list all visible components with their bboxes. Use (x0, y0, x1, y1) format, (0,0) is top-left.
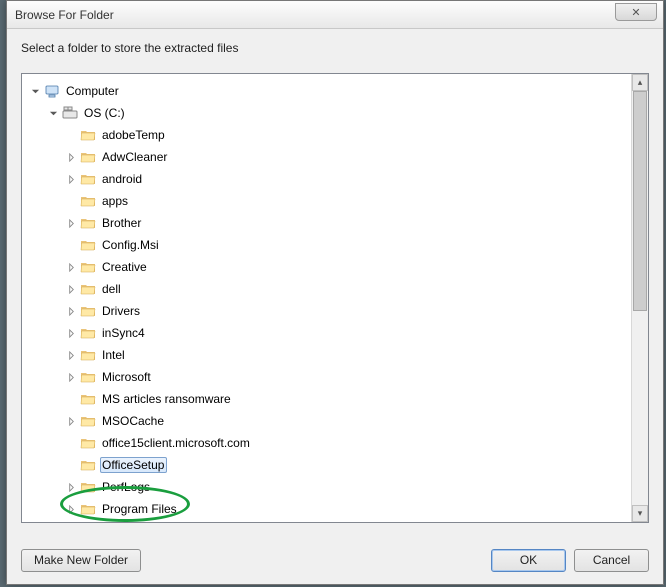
expand-icon[interactable] (64, 216, 78, 230)
expand-icon[interactable] (64, 370, 78, 384)
scroll-thumb[interactable] (633, 91, 647, 311)
folder-icon (80, 127, 96, 143)
expand-icon[interactable] (64, 480, 78, 494)
browse-folder-dialog: Browse For Folder ✕ Select a folder to s… (6, 0, 664, 585)
tree-item-perflogs[interactable]: PerfLogs (28, 476, 648, 498)
tree-item-insync4[interactable]: inSync4 (28, 322, 648, 344)
drive-icon (62, 105, 78, 121)
tree-item-label: android (100, 171, 145, 187)
tree-item-label: AdwCleaner (100, 149, 170, 165)
tree-item-label: Microsoft (100, 369, 154, 385)
tree-item-intel[interactable]: Intel (28, 344, 648, 366)
tree-item-brother[interactable]: Brother (28, 212, 648, 234)
expand-icon[interactable] (64, 150, 78, 164)
folder-icon (80, 347, 96, 363)
expand-icon[interactable] (64, 304, 78, 318)
instruction-text: Select a folder to store the extracted f… (7, 29, 663, 63)
tree-item-dell[interactable]: dell (28, 278, 648, 300)
folder-tree-container: Computer OS (C:) adobeTemp AdwCleaner androi… (21, 73, 649, 523)
tree-item-config-msi[interactable]: Config.Msi (28, 234, 648, 256)
tree-item-drive-c[interactable]: OS (C:) (28, 102, 648, 124)
tree-item-label: OS (C:) (82, 105, 128, 121)
tree-item-program-files[interactable]: Program Files (28, 498, 648, 520)
tree-item-label: PerfLogs (100, 479, 153, 495)
expand-icon[interactable] (64, 326, 78, 340)
computer-icon (44, 83, 60, 99)
folder-icon (80, 391, 96, 407)
cancel-button[interactable]: Cancel (574, 549, 649, 572)
folder-icon (80, 501, 96, 517)
tree-item-label: OfficeSetup (100, 457, 167, 473)
tree-item-android[interactable]: android (28, 168, 648, 190)
tree-item-label: inSync4 (100, 325, 148, 341)
folder-icon (80, 281, 96, 297)
close-icon: ✕ (631, 6, 640, 19)
folder-icon (80, 325, 96, 341)
close-button[interactable]: ✕ (615, 3, 657, 21)
tree-item-label: Drivers (100, 303, 143, 319)
dialog-buttons: Make New Folder OK Cancel (7, 536, 663, 584)
folder-icon (80, 303, 96, 319)
tree-item-msocache[interactable]: MSOCache (28, 410, 648, 432)
ok-button[interactable]: OK (491, 549, 566, 572)
vertical-scrollbar[interactable]: ▴ ▾ (631, 74, 648, 522)
expand-icon[interactable] (64, 348, 78, 362)
tree-item-office15client-microsoft-com[interactable]: office15client.microsoft.com (28, 432, 648, 454)
tree-item-label: Computer (64, 83, 122, 99)
tree-item-label: apps (100, 193, 131, 209)
dialog-title: Browse For Folder (15, 8, 114, 22)
expand-icon[interactable] (64, 414, 78, 428)
tree-item-adwcleaner[interactable]: AdwCleaner (28, 146, 648, 168)
collapse-icon[interactable] (46, 106, 60, 120)
tree-item-apps[interactable]: apps (28, 190, 648, 212)
tree-item-label: dell (100, 281, 124, 297)
tree-item-label: MS articles ransomware (100, 391, 234, 407)
tree-item-label: adobeTemp (100, 127, 168, 143)
folder-tree[interactable]: Computer OS (C:) adobeTemp AdwCleaner androi… (22, 74, 648, 522)
tree-item-ms-articles-ransomware[interactable]: MS articles ransomware (28, 388, 648, 410)
folder-icon (80, 413, 96, 429)
collapse-icon[interactable] (28, 84, 42, 98)
tree-item-officesetup[interactable]: OfficeSetup (28, 454, 648, 476)
expand-icon[interactable] (64, 260, 78, 274)
tree-item-drivers[interactable]: Drivers (28, 300, 648, 322)
tree-item-computer[interactable]: Computer (28, 80, 648, 102)
folder-icon (80, 149, 96, 165)
folder-icon (80, 171, 96, 187)
tree-item-label: office15client.microsoft.com (100, 435, 253, 451)
folder-icon (80, 237, 96, 253)
titlebar: Browse For Folder ✕ (7, 1, 663, 29)
folder-icon (80, 259, 96, 275)
make-new-folder-button[interactable]: Make New Folder (21, 549, 141, 572)
folder-icon (80, 457, 96, 473)
tree-item-label: Intel (100, 347, 128, 363)
tree-item-adobetemp[interactable]: adobeTemp (28, 124, 648, 146)
folder-icon (80, 215, 96, 231)
tree-item-label: Program Files (100, 501, 180, 517)
tree-item-label: Brother (100, 215, 144, 231)
folder-icon (80, 435, 96, 451)
tree-item-label: Config.Msi (100, 237, 162, 253)
tree-item-microsoft[interactable]: Microsoft (28, 366, 648, 388)
scroll-down-button[interactable]: ▾ (632, 505, 648, 522)
tree-item-label: Creative (100, 259, 150, 275)
expand-icon[interactable] (64, 172, 78, 186)
folder-icon (80, 369, 96, 385)
tree-item-label: MSOCache (100, 413, 167, 429)
expand-icon[interactable] (64, 502, 78, 516)
folder-icon (80, 193, 96, 209)
folder-icon (80, 479, 96, 495)
expand-icon[interactable] (64, 282, 78, 296)
scroll-up-button[interactable]: ▴ (632, 74, 648, 91)
tree-item-creative[interactable]: Creative (28, 256, 648, 278)
